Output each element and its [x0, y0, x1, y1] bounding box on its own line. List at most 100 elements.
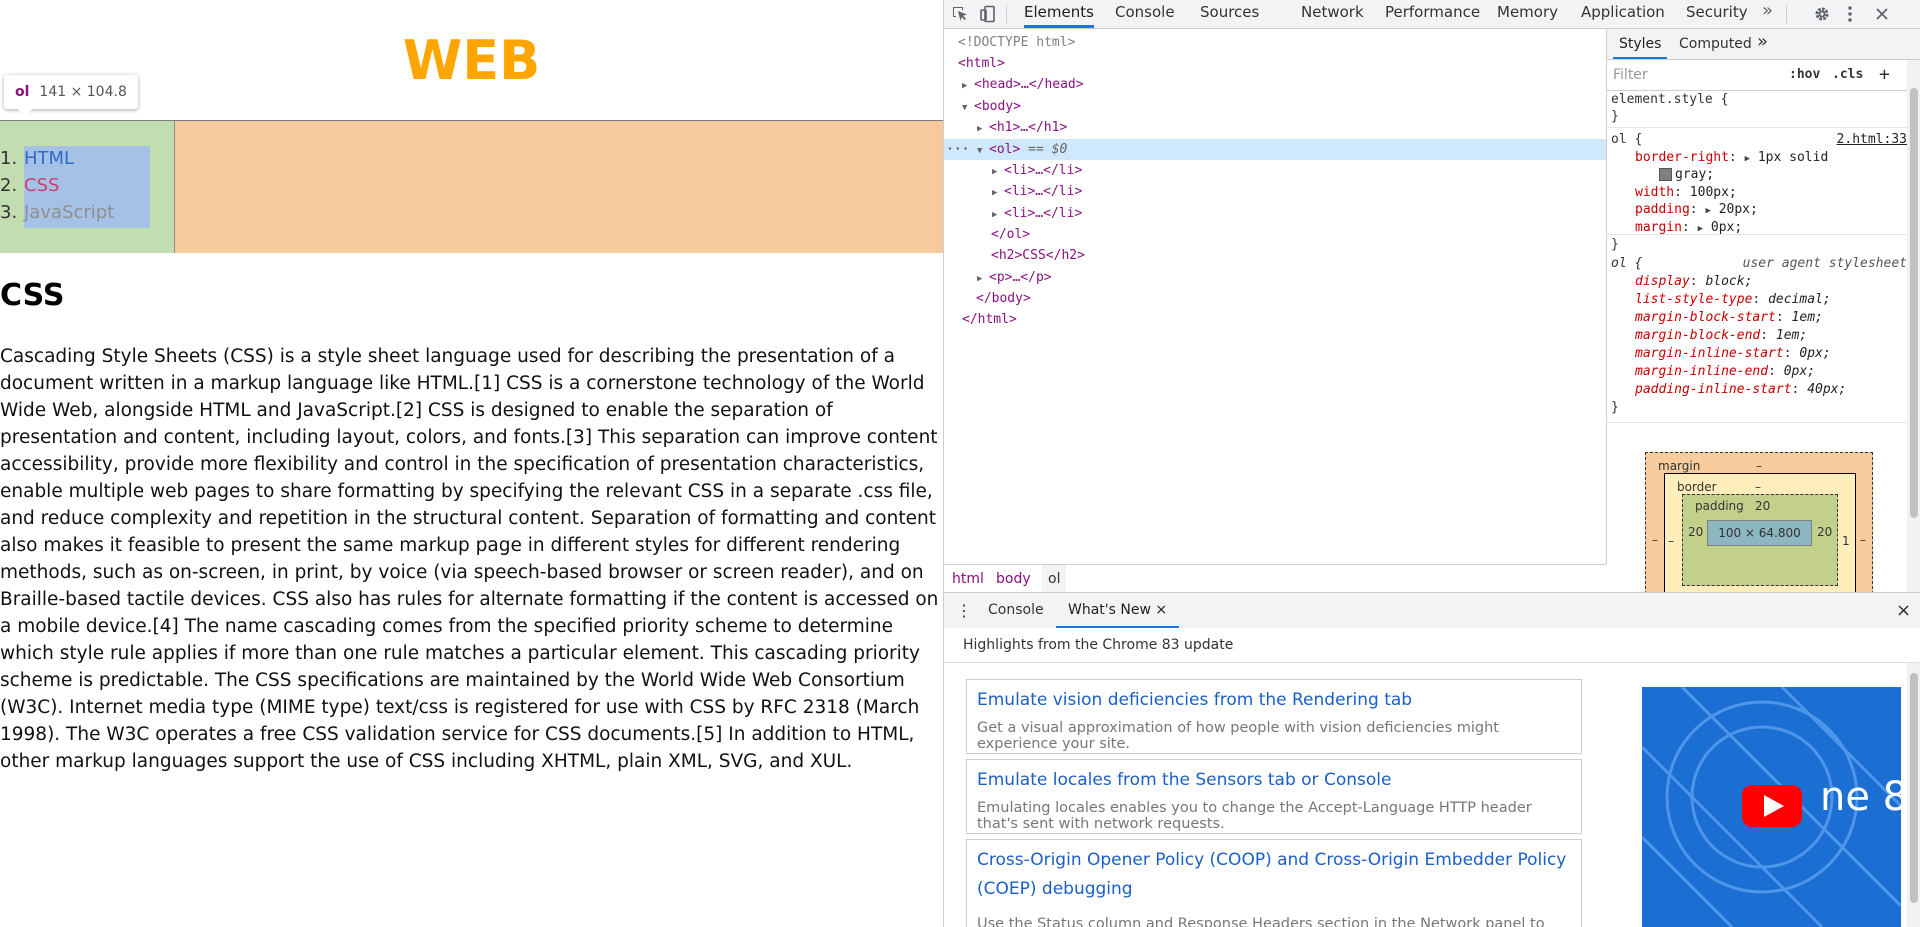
- styles-scrollbar[interactable]: [1907, 60, 1920, 592]
- collapse-triangle-icon[interactable]: ▼: [962, 98, 974, 119]
- box-model-border[interactable]: border – – 1 padding 20 20 20 100 × 64.8…: [1664, 473, 1856, 592]
- dom-node-p[interactable]: ▶ <p>…</p>: [977, 267, 1052, 290]
- expand-triangle-icon[interactable]: ▶: [992, 183, 1004, 204]
- color-swatch-icon[interactable]: [1659, 168, 1672, 181]
- tabbar-divider: [1006, 5, 1007, 23]
- card-title[interactable]: Emulate vision deficiencies from the Ren…: [977, 686, 1412, 715]
- dom-node-li[interactable]: ▶ <li>…</li>: [992, 203, 1082, 226]
- hov-toggle-button[interactable]: :hov: [1789, 60, 1820, 90]
- list-item: 3. JavaScript: [0, 202, 115, 223]
- tab-elements[interactable]: Elements: [1024, 0, 1094, 28]
- ordered-list-highlight[interactable]: 1. HTML 2. CSS 3. JavaScript: [0, 120, 943, 253]
- dom-tree: <!DOCTYPE html> <html> ▶ <head>…</head> ▼…: [944, 29, 1607, 564]
- style-property[interactable]: margin: ▶ 0px;: [1635, 219, 1742, 238]
- dom-node-li[interactable]: ▶ <li>…</li>: [992, 181, 1082, 204]
- styles-filter-row: :hov .cls +: [1607, 60, 1920, 91]
- close-tab-icon[interactable]: ×: [1155, 602, 1167, 618]
- box-model-padding[interactable]: padding 20 20 20 100 × 64.800: [1682, 494, 1838, 586]
- breadcrumb-item-ol[interactable]: ol: [1042, 565, 1067, 593]
- dom-node-li[interactable]: ▶ <li>…</li>: [992, 160, 1082, 183]
- tab-styles[interactable]: Styles: [1613, 29, 1668, 59]
- dom-node-ol[interactable]: ▼ <ol> == $0: [977, 139, 1067, 162]
- tab-network[interactable]: Network: [1301, 0, 1364, 28]
- devtools-tabbar: Elements Console Sources Network Perform…: [944, 0, 1920, 29]
- page-title: WEB: [402, 29, 541, 92]
- list-item-label: CSS: [24, 175, 60, 196]
- style-property[interactable]: width: 100px;: [1635, 184, 1737, 202]
- gear-icon[interactable]: [1808, 0, 1836, 28]
- dom-node-body[interactable]: ▼ <body>: [962, 96, 1021, 119]
- tab-performance[interactable]: Performance: [1385, 0, 1480, 28]
- devtools-panel: Elements Console Sources Network Perform…: [943, 0, 1920, 927]
- dom-node-html[interactable]: <html>: [958, 53, 1005, 74]
- node-actions-dots[interactable]: ···: [946, 139, 969, 160]
- element-size-tooltip: ol 141 × 104.8: [4, 75, 138, 116]
- style-property: margin-inline-start: 0px;: [1635, 346, 1831, 361]
- web-page-viewport: WEB 1. HTML 2. CSS 3. JavaScript ol 141 × 10…: [0, 0, 943, 927]
- card-title[interactable]: Emulate locales from the Sensors tab or …: [977, 766, 1391, 795]
- style-property: margin-block-end: 1em;: [1635, 328, 1808, 343]
- styles-subtabs: Styles Computed »: [1607, 29, 1920, 60]
- whats-new-panel: Highlights from the Chrome 83 update Emu…: [944, 628, 1920, 927]
- video-caption: ne 83: [1820, 774, 1901, 820]
- card-description: Get a visual approximation of how people…: [977, 720, 1499, 752]
- node-ref: == $0: [1028, 142, 1068, 157]
- whats-new-card[interactable]: Emulate vision deficiencies from the Ren…: [966, 679, 1582, 754]
- ol-user-agent-rule: ol { user agent stylesheet display: bloc…: [1607, 252, 1907, 423]
- section-paragraph: Cascading Style Sheets (CSS) is a style …: [0, 346, 939, 772]
- drawer-tab-console[interactable]: Console: [978, 593, 1054, 628]
- tab-memory[interactable]: Memory: [1497, 0, 1558, 28]
- tab-security[interactable]: Security: [1686, 0, 1748, 28]
- drawer-tabbar: ⋮ Console What's New × ×: [944, 592, 1920, 629]
- more-tabs-button[interactable]: »: [1762, 0, 1773, 28]
- tab-sources[interactable]: Sources: [1200, 0, 1259, 28]
- collapse-triangle-icon[interactable]: ▼: [977, 141, 989, 162]
- drawer-menu-icon[interactable]: ⋮: [956, 593, 972, 628]
- whats-new-card[interactable]: Cross-Origin Opener Policy (COOP) and Cr…: [966, 839, 1582, 927]
- drawer-tab-whats-new[interactable]: What's New ×: [1056, 593, 1180, 628]
- dom-node-doctype[interactable]: <!DOCTYPE html>: [958, 32, 1075, 53]
- inspect-element-icon[interactable]: [946, 0, 974, 28]
- styles-filter-input[interactable]: [1611, 63, 1765, 87]
- expand-triangle-icon[interactable]: ▶: [977, 119, 989, 140]
- box-model-content[interactable]: 100 × 64.800: [1707, 520, 1812, 546]
- drawer-scrollbar[interactable]: [1907, 663, 1920, 927]
- style-property-continuation: gray;: [1659, 166, 1714, 184]
- whats-new-video-thumbnail[interactable]: ne 83: [1642, 687, 1901, 927]
- style-property[interactable]: padding: ▶ 20px;: [1635, 201, 1758, 220]
- divider: [944, 662, 1920, 663]
- breadcrumb-item-body[interactable]: body: [990, 565, 1037, 593]
- tooltip-size: 141 × 104.8: [39, 84, 127, 100]
- rule-source-link[interactable]: 2.html:33: [1837, 131, 1907, 149]
- breadcrumb: html body ol: [944, 564, 1606, 593]
- card-description: Use the Status column and Response Heade…: [977, 916, 1545, 927]
- dom-node-html-close[interactable]: </html>: [962, 309, 1017, 330]
- scrollbar-thumb[interactable]: [1910, 88, 1918, 518]
- kebab-menu-icon[interactable]: [1836, 0, 1864, 28]
- tab-console[interactable]: Console: [1115, 0, 1175, 28]
- dom-node-head[interactable]: ▶ <head>…</head>: [962, 74, 1084, 97]
- list-item: 2. CSS: [0, 175, 60, 196]
- list-item-label: HTML: [24, 148, 75, 169]
- card-title[interactable]: Cross-Origin Opener Policy (COOP) and Cr…: [977, 846, 1567, 904]
- device-toolbar-icon[interactable]: [974, 0, 1002, 28]
- breadcrumb-item-html[interactable]: html: [946, 565, 990, 593]
- whats-new-highlights: Highlights from the Chrome 83 update: [963, 637, 1234, 653]
- dom-node-ol-close[interactable]: </ol>: [991, 224, 1030, 245]
- dom-node-body-close[interactable]: </body>: [976, 288, 1031, 309]
- box-model-margin[interactable]: margin – – – border – – 1 padding 20 20 …: [1645, 452, 1873, 592]
- more-subtabs-button[interactable]: »: [1757, 29, 1768, 59]
- dom-node-h1[interactable]: ▶ <h1>…</h1>: [977, 117, 1067, 140]
- scrollbar-thumb[interactable]: [1910, 673, 1918, 903]
- cls-toggle-button[interactable]: .cls: [1832, 60, 1863, 90]
- whats-new-card[interactable]: Emulate locales from the Sensors tab or …: [966, 759, 1582, 834]
- tab-application[interactable]: Application: [1581, 0, 1665, 28]
- expand-triangle-icon[interactable]: ▶: [962, 76, 974, 97]
- style-property: display: block;: [1635, 274, 1753, 289]
- close-devtools-icon[interactable]: [1868, 0, 1896, 28]
- dom-node-h2[interactable]: <h2>CSS</h2>: [991, 245, 1085, 266]
- ordered-list: 1. HTML 2. CSS 3. JavaScript: [0, 145, 114, 226]
- close-drawer-icon[interactable]: ×: [1896, 593, 1911, 628]
- tab-computed[interactable]: Computed: [1673, 29, 1758, 59]
- new-style-rule-button[interactable]: +: [1879, 60, 1890, 90]
